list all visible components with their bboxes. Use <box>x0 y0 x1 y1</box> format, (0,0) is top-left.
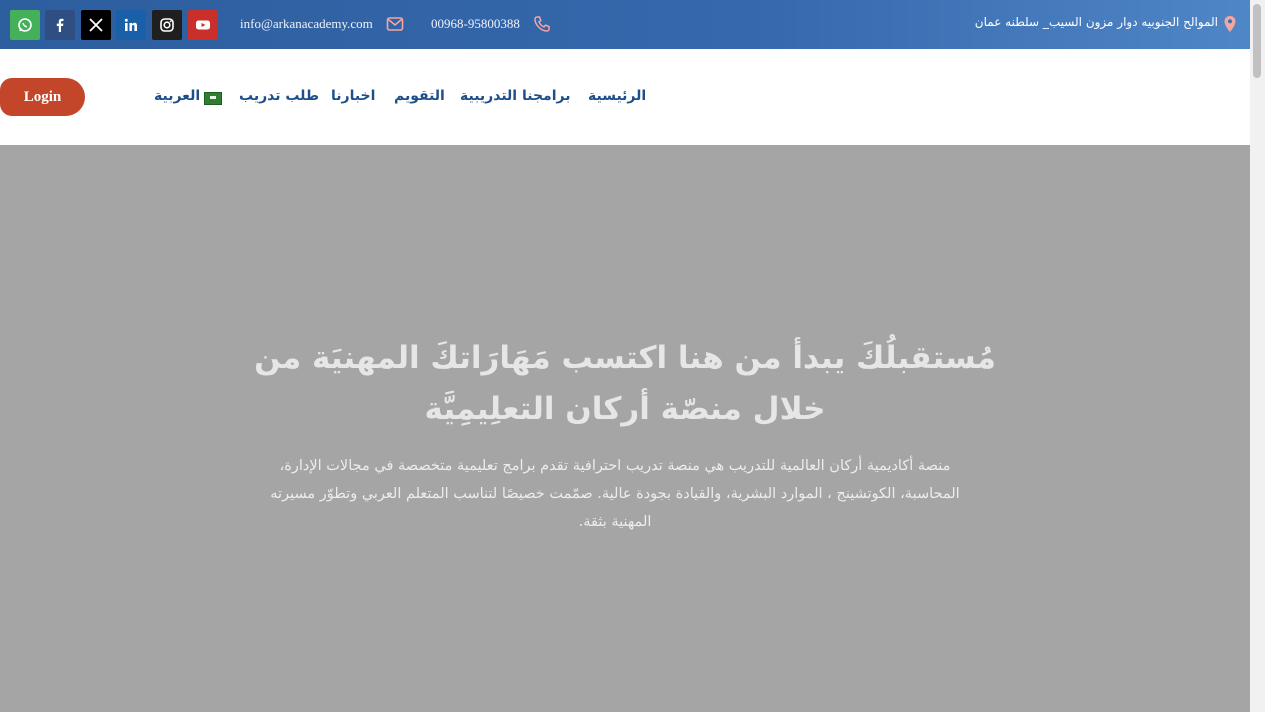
page-scrollbar[interactable] <box>1250 0 1265 712</box>
nav-home[interactable]: الرئيسية <box>588 88 646 104</box>
envelope-icon <box>386 17 404 31</box>
top-bar: info@arkanacademy.com 00968-95800388 الم… <box>0 0 1250 49</box>
main-header: Login العربية طلب تدريب اخبارنا التقويم … <box>0 49 1250 145</box>
facebook-icon[interactable] <box>45 10 75 40</box>
nav-programs[interactable]: برامجنا التدريبية <box>460 88 570 104</box>
scrollbar-thumb[interactable] <box>1253 4 1261 78</box>
address-text: الموالح الجنوبيه دوار مزون السيب_ سلطنه … <box>974 15 1218 29</box>
location-pin-icon <box>1224 16 1236 32</box>
nav-news[interactable]: اخبارنا <box>331 88 375 104</box>
login-button[interactable]: Login <box>0 78 85 116</box>
x-icon[interactable] <box>81 10 111 40</box>
email-link[interactable]: info@arkanacademy.com <box>240 16 373 32</box>
phone-link[interactable]: 00968-95800388 <box>431 16 520 32</box>
nav-training-request[interactable]: طلب تدريب <box>239 88 319 104</box>
linkedin-icon[interactable] <box>116 10 146 40</box>
hero-section: مُستقبلُكَ يبدأ من هنا اكتسب مَهَارَاتكَ… <box>0 145 1250 712</box>
hero-title: مُستقبلُكَ يبدأ من هنا اكتسب مَهَارَاتكَ… <box>254 340 996 427</box>
phone-icon <box>534 16 550 32</box>
flag-icon <box>204 92 222 105</box>
whatsapp-icon[interactable] <box>10 10 40 40</box>
nav-calendar[interactable]: التقويم <box>394 88 445 104</box>
nav-language[interactable]: العربية <box>154 88 200 104</box>
youtube-icon[interactable] <box>188 10 218 40</box>
instagram-icon[interactable] <box>152 10 182 40</box>
hero-description: منصة أكاديمية أركان العالمية للتدريب هي … <box>270 458 960 530</box>
